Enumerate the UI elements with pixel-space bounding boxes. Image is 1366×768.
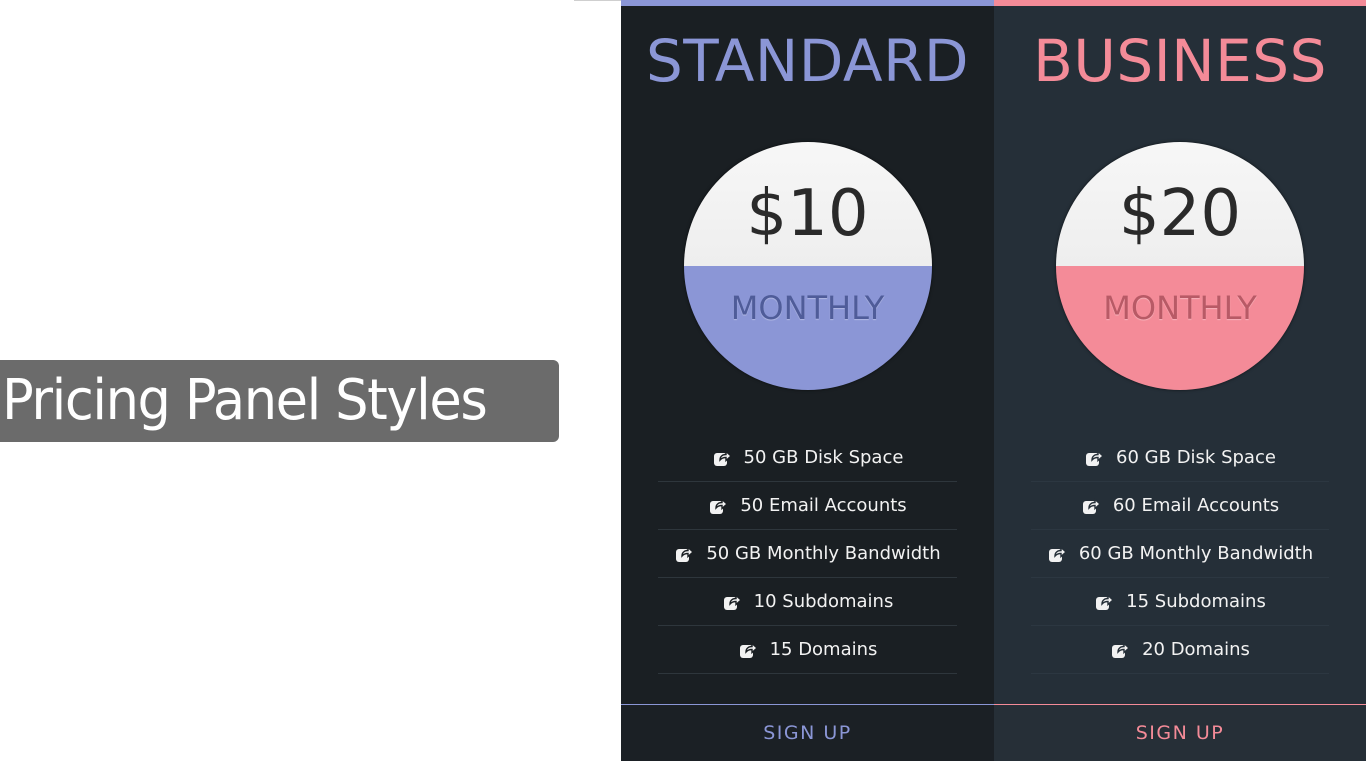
- price-circle: $10 MONTHLY: [683, 142, 932, 390]
- feature-item: 15 Domains: [658, 626, 957, 674]
- feature-label: 60 GB Monthly Bandwidth: [1078, 543, 1314, 564]
- feature-item: 10 Subdomains: [658, 578, 957, 626]
- share-icon: [1084, 448, 1105, 468]
- sign-up-button[interactable]: SIGN UP: [994, 704, 1366, 761]
- plan-name: STANDARD: [645, 27, 970, 95]
- feature-label: 20 Domains: [1142, 639, 1250, 660]
- pricing-panel-standard: STANDARD $10 MONTHLY 50 GB Disk Space 50…: [621, 0, 994, 761]
- feature-item: 50 Email Accounts: [658, 482, 957, 530]
- sign-up-button[interactable]: SIGN UP: [621, 704, 994, 761]
- price-value: $20: [1118, 177, 1242, 251]
- share-icon: [738, 640, 758, 660]
- share-icon: [1081, 496, 1101, 516]
- pricing-panel-business: BUSINESS $20 MONTHLY 60 GB Disk Space 60…: [994, 0, 1366, 761]
- title-banner: Pricing Panel Styles: [0, 360, 559, 442]
- feature-item: 20 Domains: [1031, 626, 1329, 674]
- share-icon: [1047, 544, 1067, 564]
- price-circle: $20 MONTHLY: [1056, 142, 1304, 390]
- feature-item: 15 Subdomains: [1031, 578, 1329, 626]
- feature-item: 60 GB Disk Space: [1031, 434, 1329, 482]
- share-icon: [674, 544, 695, 564]
- feature-label: 50 GB Disk Space: [743, 447, 904, 468]
- divider-line: [574, 0, 622, 1]
- feature-item: 60 GB Monthly Bandwidth: [1031, 530, 1329, 578]
- feature-label: 60 Email Accounts: [1112, 495, 1280, 516]
- price-value: $10: [746, 177, 869, 251]
- feature-label: 15 Subdomains: [1126, 591, 1266, 612]
- feature-item: 50 GB Disk Space: [658, 434, 957, 482]
- feature-label: 50 Email Accounts: [740, 495, 907, 516]
- billing-period: MONTHLY: [1103, 289, 1257, 327]
- feature-label: 10 Subdomains: [753, 591, 894, 612]
- share-icon: [722, 592, 742, 612]
- plan-name: BUSINESS: [1033, 27, 1327, 95]
- share-icon: [1110, 640, 1131, 660]
- feature-label: 15 Domains: [769, 639, 878, 660]
- share-icon: [1094, 592, 1115, 612]
- feature-item: 50 GB Monthly Bandwidth: [658, 530, 957, 578]
- banner-title: Pricing Panel Styles: [2, 368, 488, 433]
- feature-list: 50 GB Disk Space 50 Email Accounts 50 GB…: [658, 434, 957, 674]
- page: Pricing Panel Styles STANDARD $10 MONTHL…: [0, 0, 1366, 768]
- share-icon: [712, 448, 732, 468]
- share-icon: [708, 496, 729, 516]
- feature-label: 60 GB Disk Space: [1116, 447, 1276, 468]
- billing-period: MONTHLY: [730, 289, 885, 327]
- feature-item: 60 Email Accounts: [1031, 482, 1329, 530]
- feature-list: 60 GB Disk Space 60 Email Accounts 60 GB…: [1031, 434, 1329, 674]
- feature-label: 50 GB Monthly Bandwidth: [706, 543, 941, 564]
